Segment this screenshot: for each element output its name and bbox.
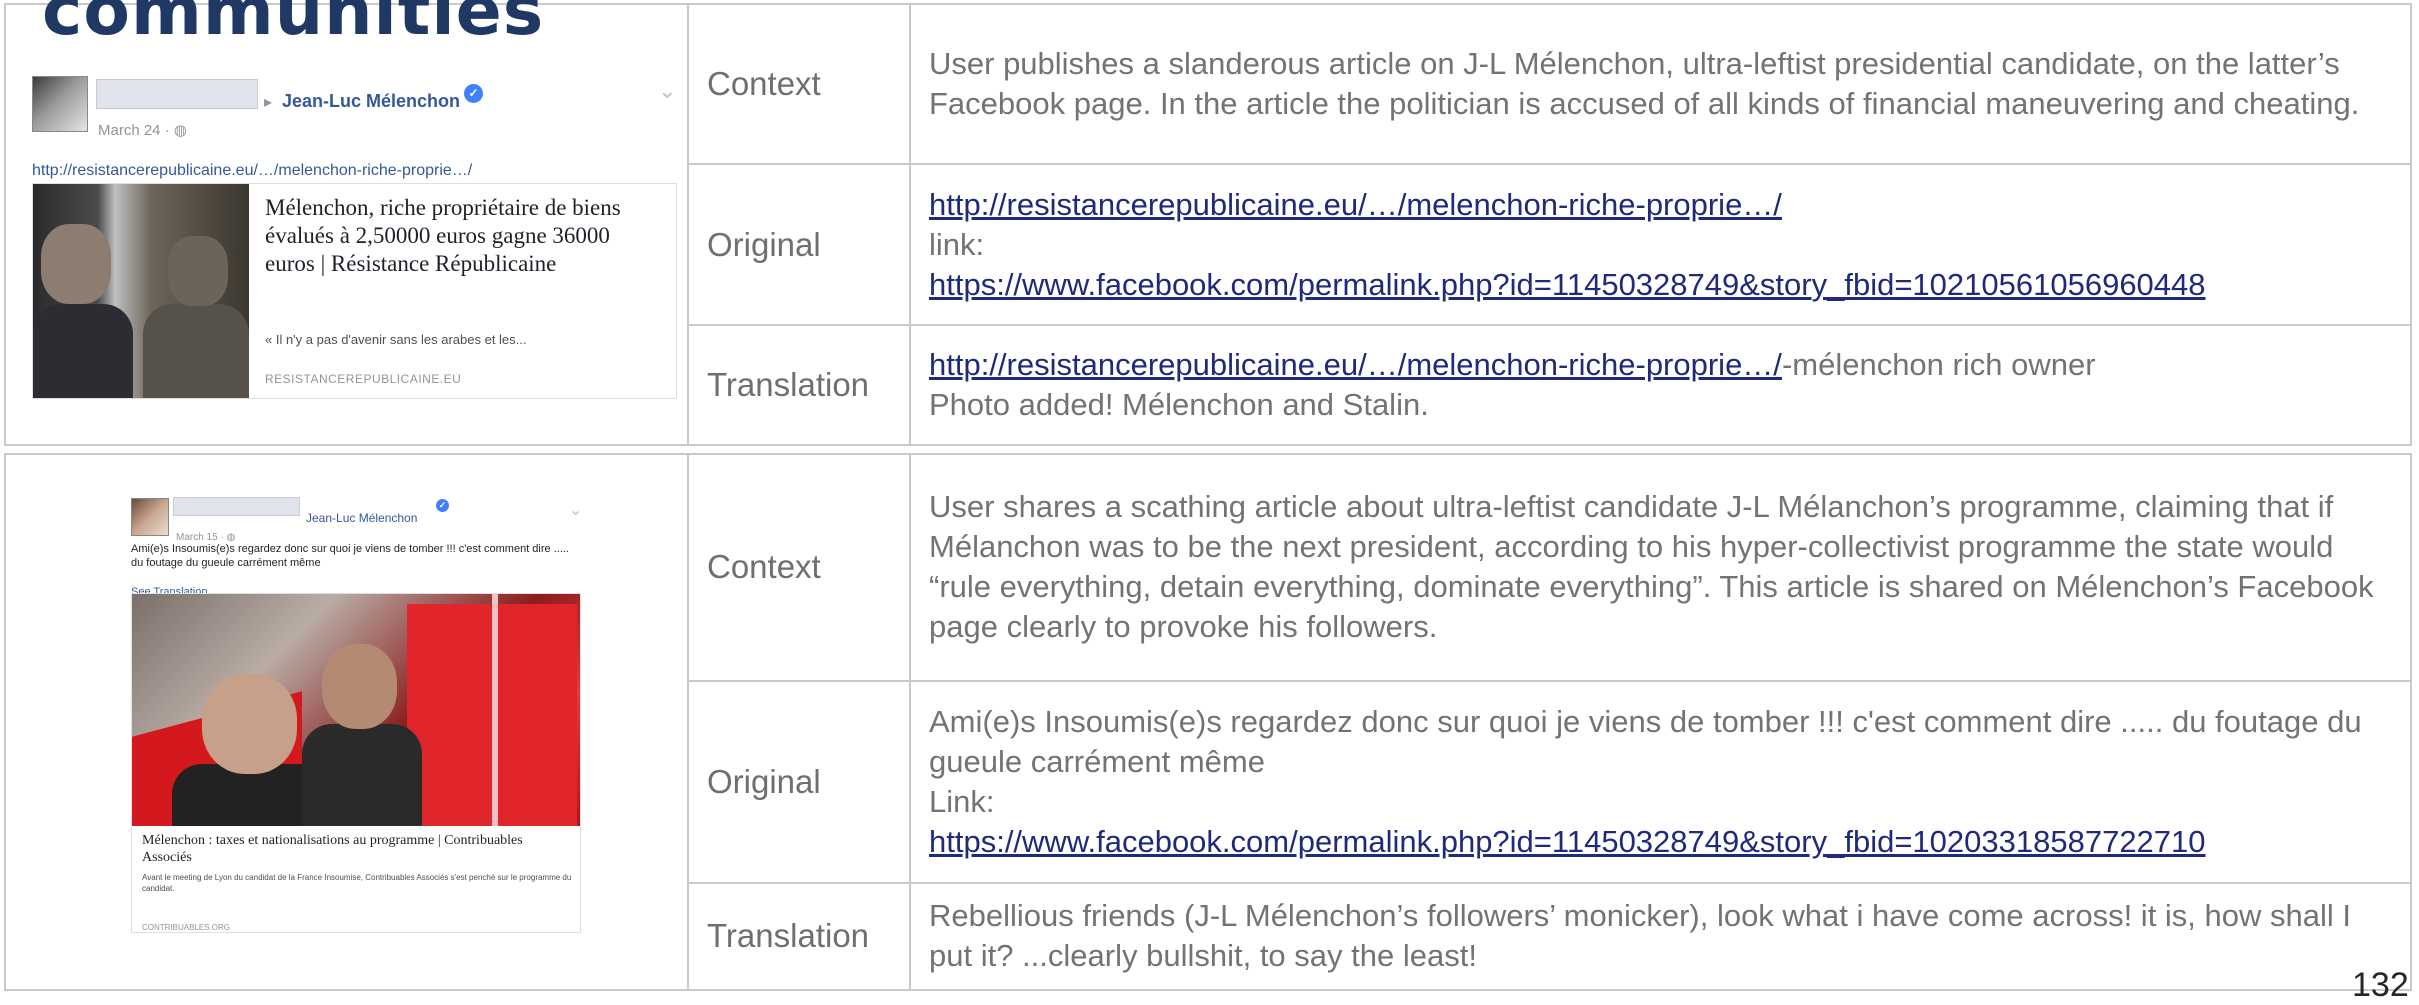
facebook-screenshot-2: Jean-Luc Mélenchon ✓ ⌄ March 15 · ◍ Ami(… — [4, 453, 689, 991]
arrow-right-icon: ▸ — [264, 94, 273, 111]
link-label: link: — [929, 226, 985, 262]
page-number: 132 — [2352, 966, 2409, 1004]
page-name-link[interactable]: Jean-Luc Mélenchon — [282, 81, 460, 121]
chevron-down-icon[interactable]: ⌄ — [569, 491, 582, 531]
card-title: Mélenchon : taxes et nationalisations au… — [142, 833, 523, 865]
redacted-username — [173, 497, 300, 516]
entry-table-2: Jean-Luc Mélenchon ✓ ⌄ March 15 · ◍ Ami(… — [4, 453, 2412, 992]
verified-badge-icon: ✓ — [464, 84, 483, 103]
user-avatar — [32, 76, 88, 132]
translation-suffix: -mélenchon rich owner — [1781, 347, 2096, 383]
translation-text: Rebellious friends (J-L Mélenchon’s foll… — [909, 881, 2412, 992]
card-title: Mélenchon, riche propriétaire de biens é… — [265, 195, 621, 276]
facebook-permalink[interactable]: https://www.facebook.com/permalink.php?i… — [929, 267, 2206, 302]
post-text: Ami(e)s Insoumis(e)s regardez donc sur q… — [131, 543, 569, 569]
page-name-link[interactable]: Jean-Luc Mélenchon — [306, 498, 417, 538]
post-date: March 24 · ◍ — [98, 122, 187, 139]
verified-badge-icon: ✓ — [436, 499, 449, 512]
entry-table-1: ▸ Jean-Luc Mélenchon ✓ ⌄ March 24 · ◍ ht… — [4, 3, 2412, 446]
card-description: « Il n'y a pas d'avenir sans les arabes … — [265, 332, 527, 347]
label-original: Original — [687, 162, 911, 327]
original-cell: http://resistancerepublicaine.eu/…/melen… — [909, 162, 2412, 327]
card-source: RESISTANCEREPUBLICAINE.EU — [265, 372, 462, 386]
card-source: CONTRIBUABLES.ORG — [142, 923, 231, 932]
label-context: Context — [687, 453, 911, 682]
facebook-permalink[interactable]: https://www.facebook.com/permalink.php?i… — [929, 824, 2206, 859]
slide-heading: communities — [42, 0, 545, 51]
translation-cell: http://resistancerepublicaine.eu/…/melen… — [909, 324, 2412, 446]
link-preview-card[interactable]: Mélenchon, riche propriétaire de biens é… — [32, 183, 677, 399]
globe-icon: ◍ — [173, 122, 187, 139]
link-label: Link: — [929, 783, 995, 819]
label-translation: Translation — [687, 881, 911, 992]
preview-photo — [33, 184, 249, 398]
label-context: Context — [687, 3, 911, 165]
facebook-screenshot-1: ▸ Jean-Luc Mélenchon ✓ ⌄ March 24 · ◍ ht… — [4, 3, 689, 446]
preview-photo — [132, 594, 580, 826]
original-cell: Ami(e)s Insoumis(e)s regardez donc sur q… — [909, 679, 2412, 884]
context-text: User publishes a slanderous article on J… — [909, 3, 2412, 165]
facebook-post-1: ▸ Jean-Luc Mélenchon ✓ ⌄ March 24 · ◍ ht… — [6, 5, 687, 444]
original-article-link[interactable]: http://resistancerepublicaine.eu/…/melen… — [929, 187, 1782, 222]
label-original: Original — [687, 679, 911, 884]
redacted-username — [96, 79, 258, 109]
user-avatar — [131, 498, 169, 536]
facebook-post-2: Jean-Luc Mélenchon ✓ ⌄ March 15 · ◍ Ami(… — [6, 455, 687, 989]
chevron-down-icon[interactable]: ⌄ — [658, 71, 676, 111]
translation-article-link[interactable]: http://resistancerepublicaine.eu/…/melen… — [929, 347, 1782, 382]
translation-text: Photo added! Mélenchon and Stalin. — [929, 387, 1429, 423]
card-description: Avant le meeting de Lyon du candidat de … — [142, 873, 572, 893]
context-text: User shares a scathing article about ult… — [909, 453, 2412, 682]
label-translation: Translation — [687, 324, 911, 446]
link-preview-card[interactable]: Mélenchon : taxes et nationalisations au… — [131, 593, 581, 933]
original-text: Ami(e)s Insoumis(e)s regardez donc sur q… — [929, 703, 2362, 779]
